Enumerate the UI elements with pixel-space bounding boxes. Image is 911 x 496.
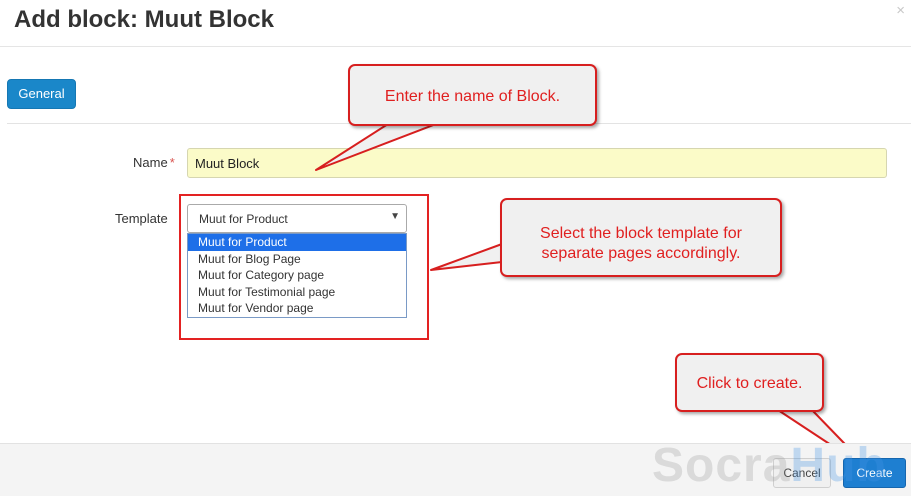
callout-name-text: Enter the name of Block. xyxy=(384,88,561,105)
watermark-logo: SocraHub xyxy=(652,438,887,493)
callout-template-hint: Select the block template for separate p… xyxy=(500,198,782,277)
watermark-part1: Socra xyxy=(652,439,791,492)
watermark-part2: Hub xyxy=(790,439,887,492)
callout-name-hint: Enter the name of Block. xyxy=(348,64,597,126)
callout-create-text: Click to create. xyxy=(696,375,803,392)
callout-create-hint: Click to create. xyxy=(675,353,824,412)
callout-template-line2: separate pages accordingly. xyxy=(541,245,741,262)
callout-template-line1: Select the block template for xyxy=(540,225,742,242)
callout-pointer-template xyxy=(430,243,503,271)
callout-pointer-name xyxy=(315,123,437,171)
